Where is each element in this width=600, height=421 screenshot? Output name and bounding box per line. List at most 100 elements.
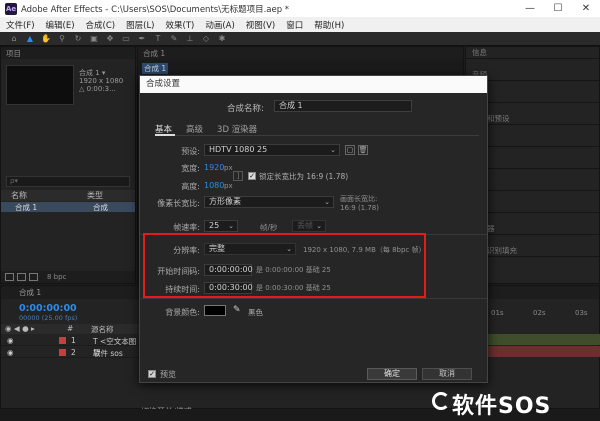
window-title: Adobe After Effects - C:\Users\SOS\Docum… <box>21 4 290 15</box>
layer-column-header: ◉ ◀ ● ▸ # 源名称 <box>1 324 141 334</box>
camera-tool-icon[interactable]: ▣ <box>88 34 100 44</box>
frame-aspect-label: 画面长宽比: <box>340 195 378 203</box>
pan-tool-icon[interactable]: ✥ <box>104 34 116 44</box>
visibility-eye-icon[interactable]: ◉ <box>7 336 14 345</box>
rectangle-tool-icon[interactable]: ▭ <box>120 34 132 44</box>
minimize-button[interactable]: — <box>516 0 544 17</box>
rotate-tool-icon[interactable]: ↻ <box>72 34 84 44</box>
project-item-row[interactable]: 合成 1 合成 <box>1 202 135 212</box>
ruler-tick-label: 03s <box>575 309 588 317</box>
column-source-name[interactable]: 源名称 <box>91 324 114 335</box>
menu-animation[interactable]: 动画(A) <box>205 19 234 31</box>
layer-duration-bar[interactable] <box>485 334 600 345</box>
bg-color-swatch[interactable] <box>204 305 226 316</box>
menu-file[interactable]: 文件(F) <box>6 19 35 31</box>
project-item-name: 合成 1 <box>15 203 38 212</box>
ruler-tick-label: 02s <box>533 309 546 317</box>
selection-tool-icon[interactable]: ▲ <box>24 34 36 44</box>
column-type[interactable]: 类型 <box>87 190 103 201</box>
tab-3d-renderer[interactable]: 3D 渲染器 <box>217 123 257 135</box>
pixel-aspect-value: 方形像素 <box>209 197 241 206</box>
puppet-tool-icon[interactable]: ✱ <box>216 34 228 44</box>
menu-layer[interactable]: 图层(L) <box>126 19 154 31</box>
brush-tool-icon[interactable]: ✎ <box>168 34 180 44</box>
column-name[interactable]: 名称 <box>11 190 27 201</box>
panel-info[interactable]: 信息 <box>466 47 599 59</box>
comp-name-input[interactable]: 合成 1 <box>274 100 412 112</box>
pixel-aspect-label: 像素长宽比: <box>157 199 200 208</box>
menu-help[interactable]: 帮助(H) <box>314 19 344 31</box>
menu-composition[interactable]: 合成(C) <box>86 19 116 31</box>
width-value[interactable]: 1920 <box>204 163 224 172</box>
ok-button[interactable]: 确定 <box>367 368 417 380</box>
frame-rate-select[interactable]: 25 ⌄ <box>204 220 238 232</box>
layer-label-color[interactable] <box>59 337 66 344</box>
lock-aspect-checkbox[interactable]: ✓ <box>248 172 256 180</box>
tab-advanced[interactable]: 高级 <box>186 123 203 135</box>
composition-settings-dialog: 合成设置 合成名称: 合成 1 基本 高级 3D 渲染器 预设: HDTV 10… <box>139 75 488 383</box>
viewer-breadcrumb[interactable]: 合成 1 <box>142 63 168 74</box>
eyedropper-icon[interactable]: ✎ <box>233 306 241 315</box>
home-icon[interactable]: ⌂ <box>8 34 20 44</box>
viewer-tab-label[interactable]: 合成 1 <box>143 48 165 59</box>
hand-tool-icon[interactable]: ✋ <box>40 34 52 44</box>
active-tab-indicator <box>155 134 175 136</box>
height-value[interactable]: 1080 <box>204 181 224 190</box>
layer-label-color[interactable] <box>59 349 66 356</box>
viewer-tabbar: 合成 1 <box>138 47 463 59</box>
comp-meta-duration: △ 0:00:3... <box>79 85 116 93</box>
preview-checkbox[interactable]: ✓ <box>148 370 156 378</box>
comp-meta-size: 1920 x 1080 <box>79 77 124 85</box>
label-column-icon: # <box>67 324 74 333</box>
separator <box>140 298 487 299</box>
new-comp-icon[interactable] <box>29 273 38 281</box>
project-column-header: 名称 类型 <box>1 190 135 201</box>
layer-row[interactable]: ◉ 1 T <空文本图层 <box>1 335 141 357</box>
bit-depth-label[interactable]: 8 bpc <box>47 273 66 281</box>
new-folder-icon[interactable] <box>17 273 26 281</box>
menu-window[interactable]: 窗口 <box>286 19 303 31</box>
project-search-input[interactable]: ρ▾ <box>6 176 130 187</box>
menu-bar: 文件(F) 编辑(E) 合成(C) 图层(L) 效果(T) 动画(A) 视图(V… <box>0 17 600 32</box>
tools-toolbar: ⌂ ▲ ✋ ⚲ ↻ ▣ ✥ ▭ ✒ T ✎ ⊥ ◇ ✱ <box>0 32 600 46</box>
zoom-tool-icon[interactable]: ⚲ <box>56 34 68 44</box>
current-timecode[interactable]: 0:00:00:00 <box>19 303 77 314</box>
watermark-text: 软件SOS <box>452 394 552 419</box>
layer-row[interactable]: ◉ 2 软件 sos <box>1 347 141 358</box>
stamp-tool-icon[interactable]: ⊥ <box>184 34 196 44</box>
layer-number: 2 <box>71 348 76 357</box>
text-tool-icon[interactable]: T <box>152 34 164 44</box>
maximize-button[interactable]: ☐ <box>544 0 572 17</box>
preview-label: 预览 <box>160 370 176 379</box>
project-panel-tab[interactable]: 项目 <box>1 47 135 59</box>
eraser-tool-icon[interactable]: ◇ <box>200 34 212 44</box>
height-unit: px <box>224 182 233 190</box>
ruler-tick-label: 01s <box>491 309 504 317</box>
frame-rate-unit: 帧/秒 <box>260 223 278 232</box>
timeline-tab[interactable]: 合成 1 <box>19 287 41 298</box>
lock-aspect-label: 锁定长宽比为 16:9 (1.78) <box>259 172 349 181</box>
save-preset-icon[interactable]: ▢ <box>345 145 355 155</box>
layer-duration-bar[interactable] <box>485 346 600 357</box>
pixel-aspect-select[interactable]: 方形像素 ⌄ <box>204 196 334 208</box>
close-button[interactable]: ✕ <box>572 0 600 17</box>
timeline-fps: 00000 (25.00 fps) <box>19 314 78 322</box>
height-label: 高度: <box>181 182 200 191</box>
time-ruler[interactable]: 01s 02s 03s <box>485 306 600 322</box>
pen-tool-icon[interactable]: ✒ <box>136 34 148 44</box>
frame-rate-value: 25 <box>209 221 220 230</box>
delete-preset-icon[interactable]: 🗑 <box>358 145 368 155</box>
width-label: 宽度: <box>181 164 200 173</box>
cancel-button[interactable]: 取消 <box>422 368 472 380</box>
menu-effect[interactable]: 效果(T) <box>166 19 195 31</box>
menu-view[interactable]: 视图(V) <box>246 19 275 31</box>
frame-rate-label: 帧速率: <box>173 223 200 232</box>
layer-name[interactable]: 软件 sos <box>93 348 123 359</box>
layer-number: 1 <box>71 336 76 345</box>
frame-aspect-value: 16:9 (1.78) <box>340 204 379 212</box>
preset-select[interactable]: HDTV 1080 25 ⌄ <box>204 144 340 156</box>
visibility-eye-icon[interactable]: ◉ <box>7 348 14 357</box>
menu-edit[interactable]: 编辑(E) <box>46 19 75 31</box>
window-controls: — ☐ ✕ <box>516 0 600 17</box>
interpret-footage-icon[interactable] <box>5 273 14 281</box>
